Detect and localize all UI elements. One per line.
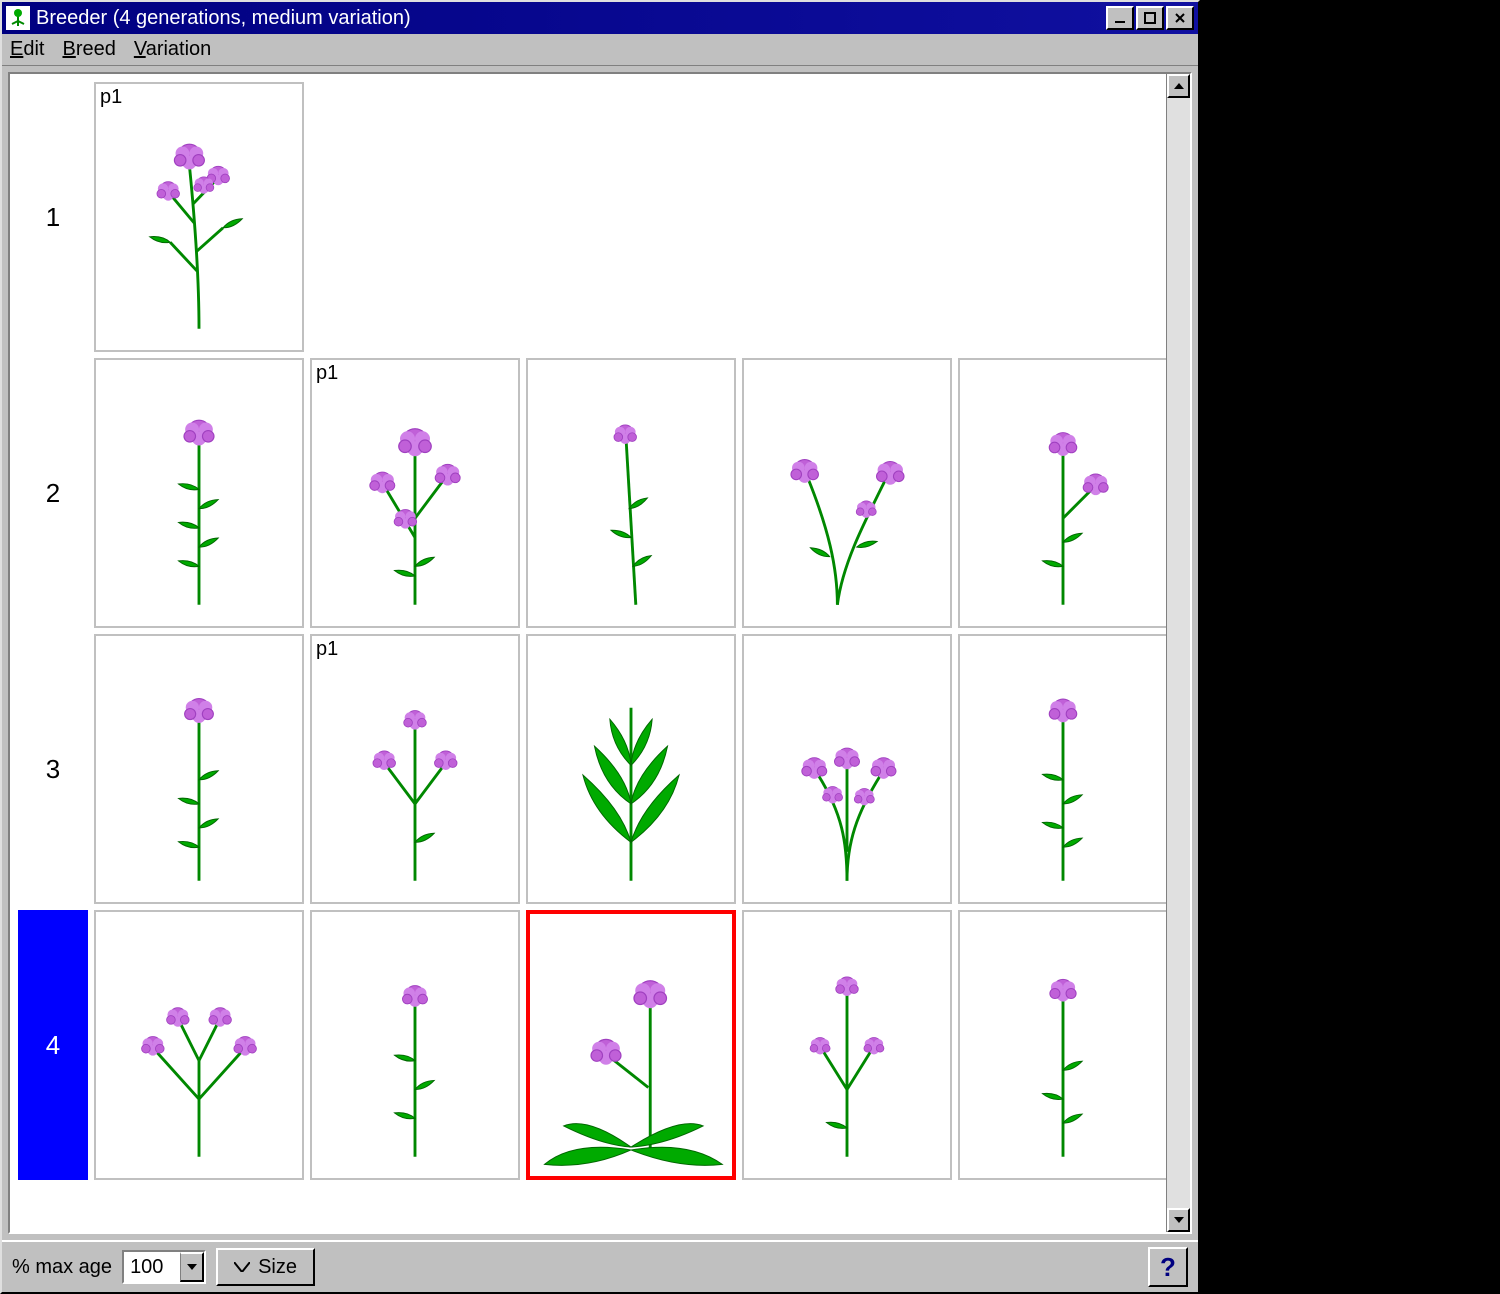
generation-label-3[interactable]: 3 [18,634,88,904]
generation-label-1[interactable]: 1 [18,82,88,352]
plant-cell[interactable] [310,910,520,1180]
menu-variation[interactable]: Variation [134,38,211,61]
scroll-track[interactable] [1167,98,1190,1208]
plant-cell[interactable] [94,634,304,904]
menubar: Edit Breed Variation [2,34,1198,66]
scroll-up-button[interactable] [1167,74,1190,98]
plant-icon [531,650,731,900]
empty-cell [526,82,736,352]
menu-breed[interactable]: Breed [62,38,115,61]
plant-cell[interactable] [742,910,952,1180]
plant-icon [99,650,299,900]
plant-icon [963,374,1163,624]
plant-icon [315,374,515,624]
chevron-down-icon [234,1262,250,1272]
plant-icon [315,926,515,1176]
plant-cell[interactable] [526,910,736,1180]
close-button[interactable] [1166,6,1194,30]
plant-cell[interactable] [526,358,736,628]
help-button[interactable]: ? [1148,1247,1188,1287]
plant-icon [531,374,731,624]
plant-cell[interactable] [526,634,736,904]
plant-icon [963,650,1163,900]
plant-cell[interactable] [958,358,1166,628]
max-age-combo[interactable] [122,1250,206,1284]
generations-grid: 1p12p13p14 [10,74,1166,1188]
plant-cell[interactable] [742,358,952,628]
minimize-button[interactable] [1106,6,1134,30]
titlebar[interactable]: Breeder (4 generations, medium variation… [2,2,1198,34]
plant-icon [747,374,947,624]
plant-icon [963,926,1163,1176]
plant-icon [315,650,515,900]
size-button[interactable]: Size [216,1248,315,1286]
plant-cell[interactable]: p1 [310,634,520,904]
plant-cell[interactable] [94,910,304,1180]
plant-icon [99,374,299,624]
window-title: Breeder (4 generations, medium variation… [36,7,1106,30]
plant-icon [99,926,299,1176]
empty-cell [958,82,1166,352]
chevron-down-icon[interactable] [180,1252,204,1282]
plant-cell[interactable]: p1 [94,82,304,352]
max-age-input[interactable] [124,1254,180,1281]
menu-edit[interactable]: Edit [10,38,44,61]
plant-icon [99,98,299,348]
plant-icon [747,650,947,900]
plant-icon [531,924,731,1174]
plant-cell[interactable] [958,634,1166,904]
plant-cell[interactable] [958,910,1166,1180]
app-icon [6,6,30,30]
empty-cell [310,82,520,352]
generation-label-4[interactable]: 4 [18,910,88,1180]
plant-cell[interactable] [94,358,304,628]
empty-cell [742,82,952,352]
vertical-scrollbar[interactable] [1166,74,1190,1232]
plant-cell[interactable]: p1 [310,358,520,628]
statusbar: % max age Size ? [2,1240,1198,1292]
plant-cell[interactable] [742,634,952,904]
generation-label-2[interactable]: 2 [18,358,88,628]
scroll-down-button[interactable] [1167,1208,1190,1232]
plant-icon [747,926,947,1176]
maximize-button[interactable] [1136,6,1164,30]
content-area: 1p12p13p14 [8,72,1192,1234]
breeder-window: Breeder (4 generations, medium variation… [0,0,1200,1294]
max-age-label: % max age [12,1256,112,1279]
